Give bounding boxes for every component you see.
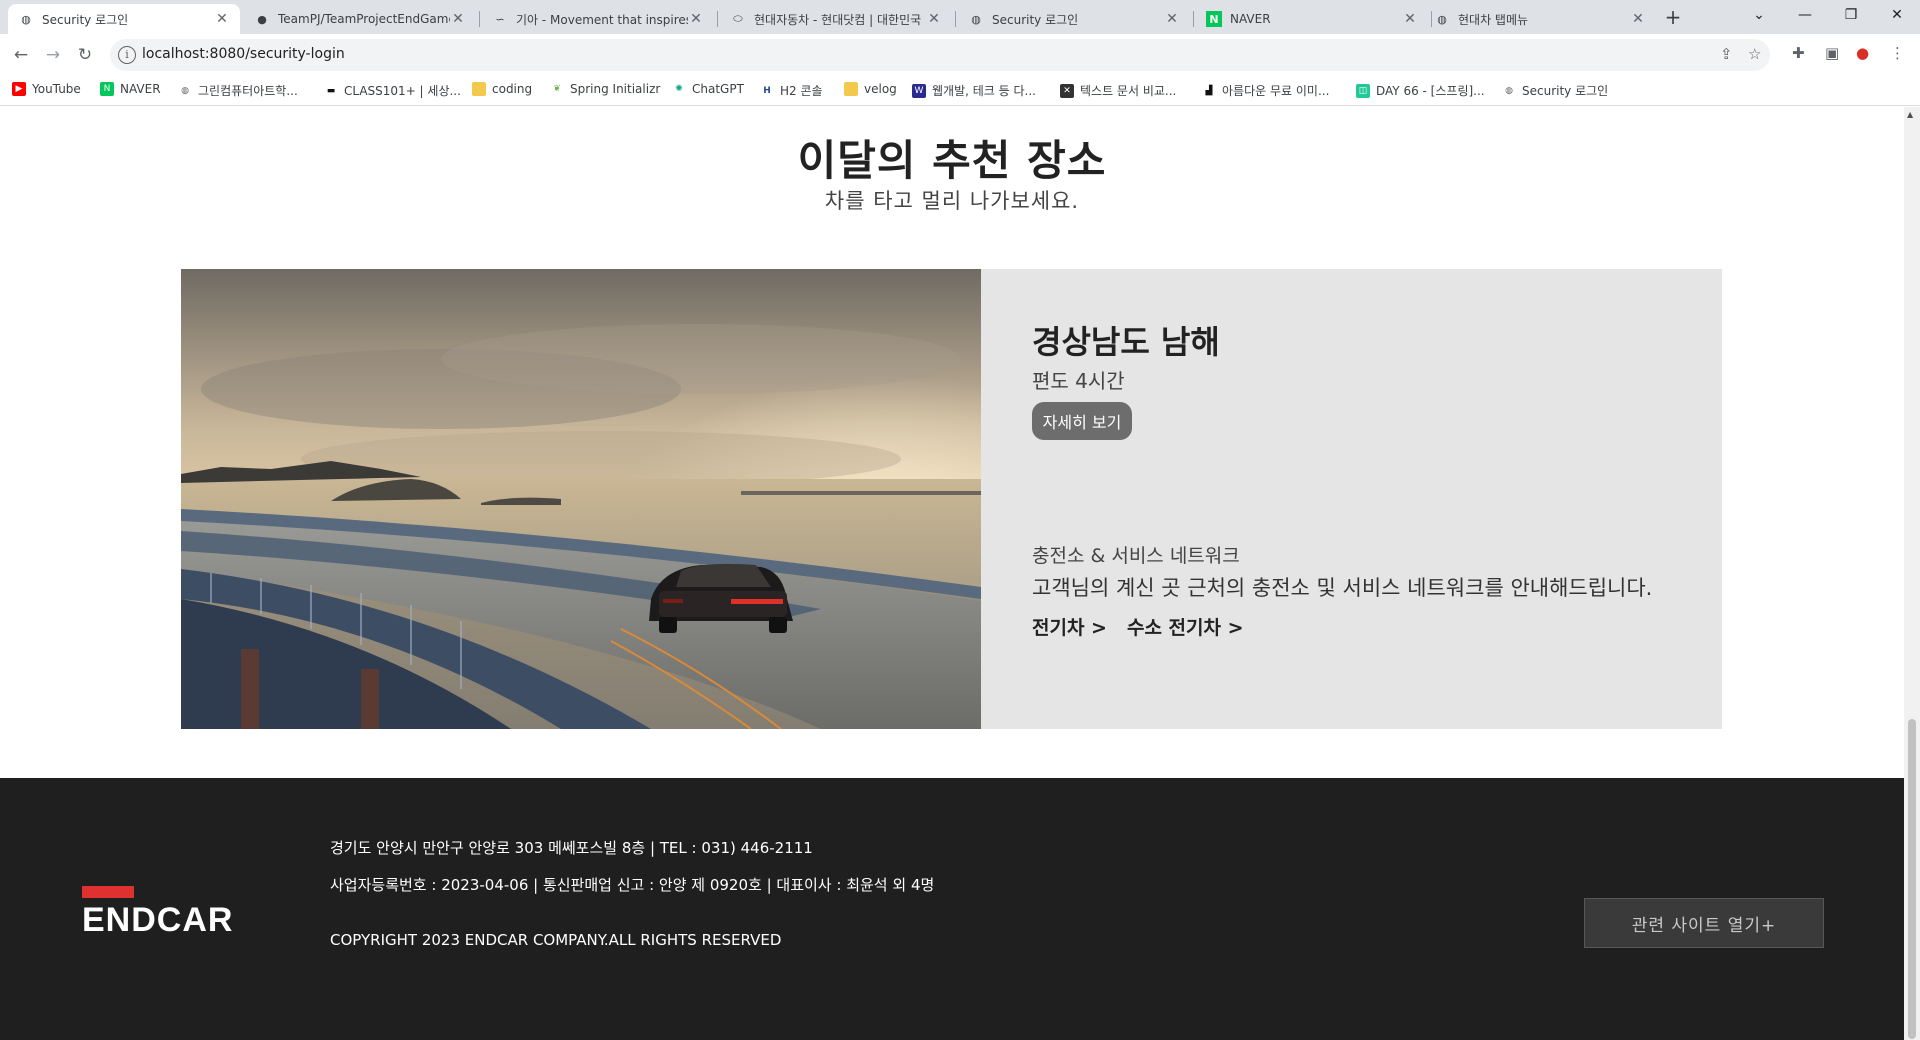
spring-icon: ❦ <box>553 84 561 94</box>
footer-copyright: COPYRIGHT 2023 ENDCAR COMPANY.ALL RIGHTS… <box>330 931 782 949</box>
velog-icon: ◫ <box>1356 83 1370 98</box>
bookmark-security-login[interactable]: ◍ Security 로그인 <box>1502 82 1608 99</box>
recommend-card: 경상남도 남해 편도 4시간 자세히 보기 충전소 & 서비스 네트워크 고객님… <box>181 269 1722 729</box>
globe-icon: ◍ <box>971 12 981 26</box>
chatgpt-icon: ✺ <box>675 84 683 94</box>
footer-address: 경기도 안양시 만안구 안양로 303 메쎄포스빌 8층 | TEL : 031… <box>330 839 813 857</box>
recommend-subtitle: 차를 타고 멀리 나가보세요. <box>824 189 1080 213</box>
page-viewport: 이달의 추천 장소 차를 타고 멀리 나가보세요. 경상남도 남해 편도 4시간… <box>0 107 1904 1040</box>
naver-icon: N <box>1206 11 1222 27</box>
minimize-button[interactable]: — <box>1782 0 1828 30</box>
wb-icon: W <box>912 83 926 98</box>
diff-icon: ✕ <box>1060 83 1074 98</box>
bookmark-chatgpt[interactable]: ✺ ChatGPT <box>672 82 744 96</box>
browser-toolbar: ← → ↻ i localhost:8080/security-login ⇪ … <box>0 34 1920 76</box>
url-text[interactable]: localhost:8080/security-login <box>142 46 345 62</box>
bookmark-naver[interactable]: N NAVER <box>100 82 161 96</box>
network-links: 전기차 > 수소 전기차 > <box>1032 613 1244 640</box>
footer-business-info: 사업자등록번호 : 2023-04-06 | 통신판매업 신고 : 안양 제 0… <box>330 876 935 894</box>
kia-icon: ∽ <box>495 12 505 26</box>
address-bar[interactable]: i localhost:8080/security-login ⇪ ☆ <box>110 39 1770 71</box>
network-description: 고객님의 계신 곳 근처의 충전소 및 서비스 네트워크를 안내해드립니다. <box>1032 576 1653 600</box>
profile-avatar-icon[interactable]: ● <box>1856 44 1869 62</box>
place-distance: 편도 4시간 <box>1032 369 1125 393</box>
tab-search-icon[interactable]: ⌄ <box>1736 0 1782 30</box>
close-tab-icon[interactable]: ✕ <box>450 11 466 27</box>
recommend-title: 이달의 추천 장소 <box>797 136 1107 185</box>
coastal-bridge-photo <box>181 269 981 729</box>
folder-icon <box>472 82 486 96</box>
bookmark-spring-initializr[interactable]: ❦ Spring Initializr <box>550 82 660 96</box>
tab-hyundai[interactable]: ⬭ 현대자동차 - 현대닷컴 | 대한민국 ✕ <box>720 4 952 34</box>
site-footer: ENDCAR 경기도 안양시 만안구 안양로 303 메쎄포스빌 8층 | TE… <box>0 778 1904 1040</box>
bookmarks-bar: ▶ YouTube N NAVER ◍ 그린컴퓨터아트학... ▬ CLASS101+ … <box>0 76 1920 106</box>
bookmark-day66[interactable]: ◫ DAY 66 - [스프링]... <box>1356 82 1485 99</box>
tab-strip: ◍ Security 로그인 ✕ ● TeamPJ/TeamProjectEnd… <box>0 0 1920 34</box>
extensions-icon[interactable]: ✚ <box>1792 44 1805 62</box>
bookmark-star-icon[interactable]: ☆ <box>1748 45 1761 63</box>
restore-button[interactable]: ❐ <box>1828 0 1874 30</box>
hydrogen-ev-link[interactable]: 수소 전기차 > <box>1127 613 1244 640</box>
close-tab-icon[interactable]: ✕ <box>1164 11 1180 27</box>
logo-red-bar <box>82 886 134 898</box>
globe-icon: ◍ <box>1505 85 1513 96</box>
h2-icon: H <box>763 85 771 96</box>
youtube-icon: ▶ <box>12 82 26 96</box>
forward-icon[interactable]: → <box>40 42 66 68</box>
close-window-button[interactable]: ✕ <box>1874 0 1920 30</box>
menu-kebab-icon[interactable]: ⋮ <box>1890 44 1905 62</box>
tab-security-login-1[interactable]: ◍ Security 로그인 ✕ <box>8 4 240 34</box>
bookmark-class101[interactable]: ▬ CLASS101+ | 세상... <box>324 82 461 99</box>
new-tab-button[interactable]: + <box>1662 6 1684 28</box>
close-tab-icon[interactable]: ✕ <box>1630 11 1646 27</box>
place-name: 경상남도 남해 <box>1032 323 1220 361</box>
tab-hyundai-tabmenu[interactable]: ◍ 현대차 탭메뉴 ✕ <box>1424 4 1656 34</box>
globe-icon: ◍ <box>1437 12 1447 26</box>
network-title: 충전소 & 서비스 네트워크 <box>1032 545 1240 567</box>
close-tab-icon[interactable]: ✕ <box>688 11 704 27</box>
ev-link[interactable]: 전기차 > <box>1032 613 1107 640</box>
bookmark-folder-coding[interactable]: coding <box>472 82 532 96</box>
share-icon[interactable]: ⇪ <box>1720 45 1733 63</box>
side-panel-icon[interactable]: ▣ <box>1825 44 1839 62</box>
tab-naver[interactable]: N NAVER ✕ <box>1196 4 1428 34</box>
page-scrollbar[interactable]: ▲ <box>1904 107 1920 1040</box>
class101-icon: ▬ <box>326 85 336 96</box>
folder-icon <box>844 82 858 96</box>
related-sites-button[interactable]: 관련 사이트 열기+ <box>1584 898 1824 948</box>
bookmark-text-diff[interactable]: ✕ 텍스트 문서 비교... <box>1060 82 1176 99</box>
detail-button[interactable]: 자세히 보기 <box>1032 402 1132 440</box>
close-tab-icon[interactable]: ✕ <box>926 11 942 27</box>
reload-icon[interactable]: ↻ <box>72 42 98 68</box>
globe-icon: ◍ <box>21 12 31 26</box>
tab-kia[interactable]: ∽ 기아 - Movement that inspires ✕ <box>482 4 714 34</box>
bookmark-green-computer[interactable]: ◍ 그린컴퓨터아트학... <box>178 82 298 99</box>
tab-github[interactable]: ● TeamPJ/TeamProjectEndGame3 ✕ <box>244 4 476 34</box>
scroll-up-arrow-icon[interactable]: ▲ <box>1907 110 1913 119</box>
bookmark-youtube[interactable]: ▶ YouTube <box>12 82 81 96</box>
scrollbar-thumb[interactable] <box>1908 719 1916 1039</box>
naver-icon: N <box>100 82 114 96</box>
close-tab-icon[interactable]: ✕ <box>1402 11 1418 27</box>
endcar-logo[interactable]: ENDCAR <box>82 886 233 937</box>
bookmark-folder-velog[interactable]: velog <box>844 82 897 96</box>
bookmark-free-images[interactable]: ▟ 아름다운 무료 이미... <box>1202 82 1330 99</box>
bookmark-h2-console[interactable]: H H2 콘솔 <box>760 82 822 99</box>
bookmark-web-dev[interactable]: W 웹개발, 테크 등 다... <box>912 82 1036 99</box>
globe-icon: ◍ <box>181 85 189 96</box>
back-icon[interactable]: ← <box>8 42 34 68</box>
site-info-icon[interactable]: i <box>118 46 136 64</box>
github-icon: ● <box>257 12 267 26</box>
unsplash-icon: ▟ <box>1205 85 1213 96</box>
tab-security-login-2[interactable]: ◍ Security 로그인 ✕ <box>958 4 1190 34</box>
hyundai-icon: ⬭ <box>733 12 743 25</box>
close-tab-icon[interactable]: ✕ <box>214 11 230 27</box>
